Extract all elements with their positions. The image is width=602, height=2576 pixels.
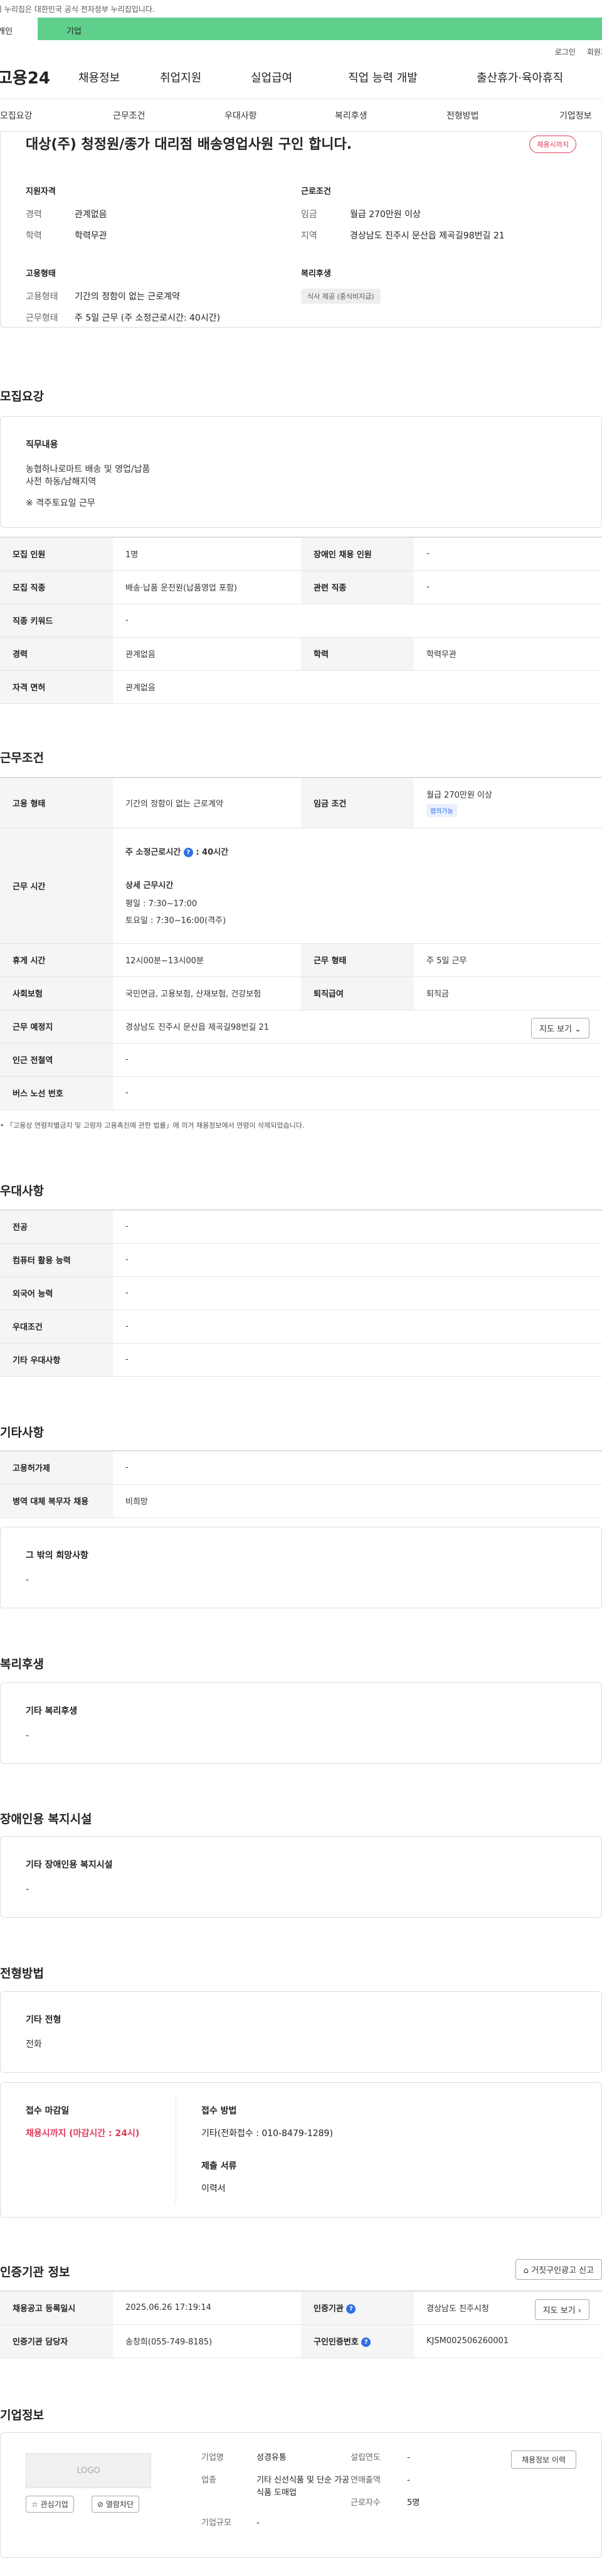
gnb-item-jobs[interactable]: 채용정보 bbox=[78, 69, 160, 85]
condition-block: 근로조건 임금 월급 270만원 이상 지역 경상남도 진주시 문산읍 제곡길98번… bbox=[301, 184, 576, 247]
job-category-value: 배송·납품 운전원(납품영업 포함) bbox=[113, 570, 301, 604]
facility-section-title: 장애인용 복지시설 bbox=[0, 1812, 92, 1826]
global-nav: 고용24 채용정보 취업지원 실업급여 직업 능력 개발 출산휴가·육아휴직 bbox=[0, 55, 602, 99]
worktype-value: 주 5일 근무 (주 소정근로시간: 40시간) bbox=[75, 313, 221, 323]
pref-section-title: 우대사항 bbox=[0, 1184, 44, 1198]
other-wishes-box: 그 밖의 희망사항 - bbox=[0, 1527, 602, 1608]
login-link[interactable]: 로그인 bbox=[555, 46, 576, 56]
selection-section-title: 전형방법 bbox=[0, 1967, 44, 1980]
age-notice: • 「고용상 연령차별금지 및 고령자 고용촉진에 관한 법률」에 의거 채용정… bbox=[0, 1121, 305, 1130]
selection-box: 기타 전형 전화 bbox=[0, 1991, 602, 2073]
welfare-block: 복리후생 식사 제공 (중식비지급) bbox=[301, 267, 576, 329]
career-value: 관계없음 bbox=[75, 210, 107, 220]
subtab-recruit[interactable]: 모집요강 bbox=[0, 109, 113, 122]
map-button[interactable]: 지도 보기 ⌄ bbox=[531, 1017, 589, 1039]
deadline-value: 채용시까지 (마감시간 : 24시) bbox=[26, 2129, 140, 2139]
employment-block: 고용형태 고용형태 기간의 정함이 없는 근로계약 근무형태 주 5일 근무 (주 … bbox=[26, 267, 301, 329]
job-line: 사전 하동/남해지역 bbox=[26, 477, 97, 487]
recruit-table: 모집 인원 1명 장애인 채용 인원 - 모집 직종 배송·납품 운전원(납품영… bbox=[0, 537, 602, 704]
job-line: ※ 격주토요일 근무 bbox=[26, 498, 95, 508]
cert-section-title: 인증기관 정보 bbox=[0, 2265, 70, 2279]
welfare-section-title: 복리후생 bbox=[0, 1657, 44, 1671]
company-box: LOGO ☆ 관심기업 ⊘ 열람차단 기업명 성경유통 설립연도 - 업종 기타 신선식… bbox=[0, 2432, 602, 2558]
cert-table: 채용공고 등록일시 2025.06.26 17:19:14 인증기관 ? 경상남… bbox=[0, 2290, 602, 2358]
etc-table: 고용허가제 - 병역 대체 복무자 채용 비희망 bbox=[0, 1450, 602, 1518]
workplace-value: 경상남도 진주시 문산읍 제곡길98번길 21 bbox=[125, 1023, 270, 1032]
recruit-table-wrap: 모집 인원 1명 장애인 채용 인원 - 모집 직종 배송·납품 운전원(납품영… bbox=[0, 537, 602, 704]
signup-link[interactable]: 회원가입 bbox=[587, 46, 602, 56]
welfare-chip: 식사 제공 (중식비지급) bbox=[301, 289, 381, 304]
application-box: 접수 마감일 채용시까지 (마감시간 : 24시) 접수 방법 기타(전화접수 … bbox=[0, 2082, 602, 2218]
help-icon[interactable]: ? bbox=[183, 848, 193, 857]
region-value: 경상남도 진주시 문산읍 제곡길98번길 21 bbox=[350, 231, 505, 241]
subtab-selection[interactable]: 전형방법 bbox=[446, 109, 559, 122]
company-name: 성경유통 bbox=[256, 2453, 287, 2462]
job-history-button[interactable]: 채용정보 이력 bbox=[510, 2450, 576, 2469]
help-icon[interactable]: ? bbox=[361, 2338, 371, 2347]
facility-box: 기타 장애인용 복지시설 - bbox=[0, 1836, 602, 1918]
qualification-block: 지원자격 경력 관계없음 학력 학력무관 bbox=[26, 184, 301, 247]
recruit-section: 모집요강 bbox=[0, 387, 602, 404]
etc-section-title: 기타사항 bbox=[0, 1426, 44, 1440]
company-industry: 기타 신선식품 및 단순 가공식품 도매업 bbox=[256, 2476, 350, 2498]
emptype-value: 기간의 정함이 없는 근로계약 bbox=[113, 778, 301, 828]
wage-value: 월급 270만원 이상 bbox=[426, 791, 492, 801]
work-section-title: 근무조건 bbox=[0, 751, 44, 765]
company-logo-placeholder: LOGO bbox=[26, 2453, 151, 2488]
favorite-company-button[interactable]: ☆ 관심기업 bbox=[26, 2496, 74, 2513]
job-description-box: 직무내용 농협하나로마트 배송 및 영업/납품 사전 하동/남해지역 ※ 격주토… bbox=[0, 416, 602, 528]
subtab-company[interactable]: 기업정보 bbox=[559, 109, 592, 122]
help-icon[interactable]: ? bbox=[346, 2304, 356, 2314]
company-section-title: 기업정보 bbox=[0, 2408, 44, 2422]
method-value: 기타(전화접수 : 010-8479-1289) bbox=[201, 2129, 333, 2139]
tab-company[interactable]: 기업 bbox=[38, 18, 602, 40]
category-bar: 개인 기업 bbox=[0, 18, 602, 40]
work-table-wrap: 고용 형태 기간의 정함이 없는 근로계약 임금 조건 월급 270만원 이상 … bbox=[0, 777, 602, 1130]
cert-map-button[interactable]: 지도 보기 › bbox=[534, 2299, 589, 2320]
job-line: 농협하나로마트 배송 및 영업/납품 bbox=[26, 464, 150, 474]
subtab-preference[interactable]: 우대사항 bbox=[224, 109, 335, 122]
block-company-button[interactable]: ⊘ 열람차단 bbox=[92, 2496, 140, 2513]
gov-banner: 이 누리집은 대한민국 공식 전자정부 누리집입니다. bbox=[0, 0, 602, 18]
site-logo[interactable]: 고용24 bbox=[0, 65, 78, 88]
work-table: 고용 형태 기간의 정함이 없는 근로계약 임금 조건 월급 270만원 이상 … bbox=[0, 777, 602, 1110]
report-button[interactable]: ⌂ 거짓구인광고 신고 bbox=[515, 2259, 602, 2280]
gnb-item-training[interactable]: 직업 능력 개발 bbox=[348, 69, 477, 85]
gnb-item-leave[interactable]: 출산휴가·육아휴직 bbox=[477, 69, 563, 85]
headcount-value: 1명 bbox=[113, 537, 301, 571]
subtab-conditions[interactable]: 근무조건 bbox=[113, 109, 224, 122]
pref-table: 전공 - 컴퓨터 활용 능력 - 외국어 능력 - 우대조건 - 기타 우대사항 - bbox=[0, 1209, 602, 1377]
summary-card: 대상(주) 청정원/종가 대리점 배송영업사원 구인 합니다. 채용시까지 지원… bbox=[0, 132, 602, 328]
welfare-box: 기타 복리후생 - bbox=[0, 1682, 602, 1764]
deadline-badge: 채용시까지 bbox=[529, 136, 576, 153]
emptype-value: 기간의 정함이 없는 근로계약 bbox=[75, 292, 180, 302]
gnb-item-unemployment[interactable]: 실업급여 bbox=[251, 69, 348, 85]
tab-individual[interactable]: 개인 bbox=[0, 18, 38, 40]
subtab-welfare[interactable]: 복리후생 bbox=[335, 109, 446, 122]
education-value: 학력무관 bbox=[75, 231, 107, 241]
docs-value: 이력서 bbox=[201, 2184, 226, 2194]
job-title: 대상(주) 청정원/종가 대리점 배송영업사원 구인 합니다. bbox=[26, 137, 352, 152]
negotiable-chip: 협의가능 bbox=[426, 804, 457, 818]
wage-value: 월급 270만원 이상 bbox=[350, 210, 421, 220]
recruit-section-title: 모집요강 bbox=[0, 390, 44, 404]
section-tabs: 모집요강 근무조건 우대사항 복리후생 전형방법 기업정보 bbox=[0, 99, 602, 132]
utility-links: 로그인 회원가입 bbox=[0, 40, 602, 56]
gnb-item-employment-support[interactable]: 취업지원 bbox=[160, 69, 251, 85]
gov-banner-text: 이 누리집은 대한민국 공식 전자정부 누리집입니다. bbox=[0, 5, 155, 14]
